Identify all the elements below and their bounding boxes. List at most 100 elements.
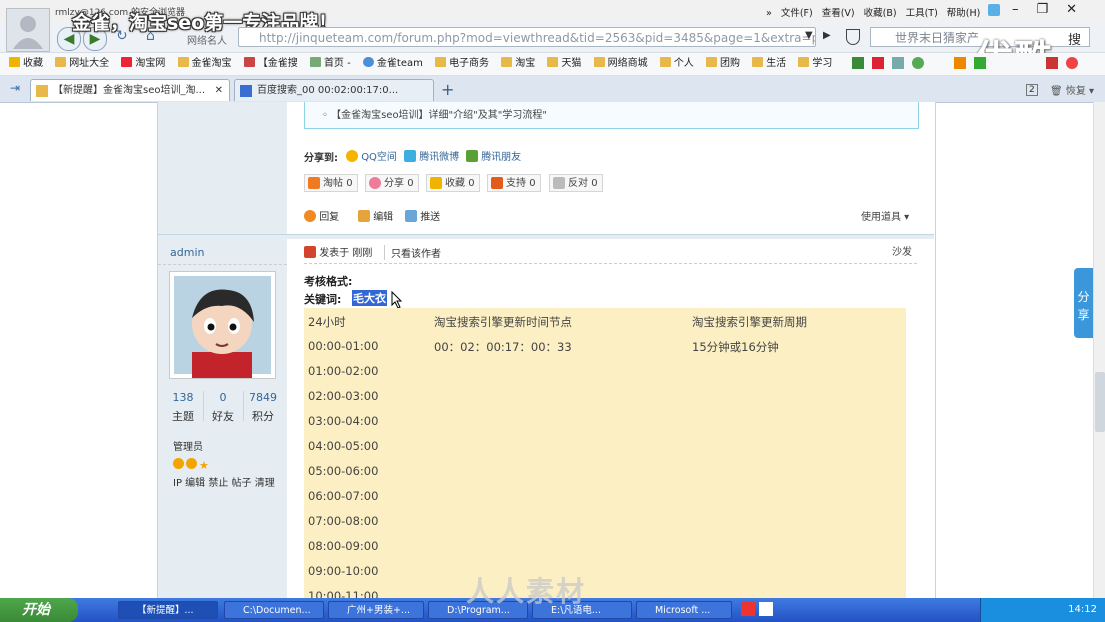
taskbar-item-folder[interactable]: C:\Documen... [224,601,324,619]
user-avatar[interactable] [6,8,50,52]
menu-help[interactable]: 帮助(H) [947,8,981,19]
share-qzone[interactable]: QQ空间 [346,148,397,163]
tab-inactive[interactable]: 百度搜索_00 00:02:00:17:0... [234,79,434,101]
stat-friends[interactable]: 0 好友 [203,391,243,424]
scrollbar-thumb[interactable] [1095,372,1105,432]
column-header: 淘宝搜索引擎更新时间节点 [434,315,572,329]
weibo-icon[interactable] [1066,57,1078,69]
fav-item[interactable]: 淘宝网 [121,53,165,75]
only-author-link[interactable]: 只看该作者 [384,245,441,260]
extension-icon[interactable] [974,57,986,69]
tencent-friends-icon [466,150,478,162]
fav-item[interactable]: 金雀team [362,53,423,75]
tab-title: 【新提醒】金雀淘宝seo培训_淘... [53,85,206,96]
tab-close-icon[interactable]: ✕ [215,80,223,101]
taotie-button[interactable]: 淘帖 0 [304,174,358,192]
fav-item[interactable]: 【金雀搜 [243,53,298,75]
search-button[interactable]: 搜 [1068,29,1081,48]
post-header-divider [304,263,917,264]
floor-number[interactable]: 沙发 [892,243,912,258]
go-button[interactable]: ▶ [823,30,831,41]
edit-button[interactable]: 编辑 [358,208,393,223]
share-sidebar-button[interactable]: 分享 [1074,268,1093,338]
stat-threads[interactable]: 138 主题 [163,391,203,424]
star-icon [9,57,20,67]
support-button[interactable]: 支持 0 [487,174,541,192]
fav-folder[interactable]: 团购 [706,53,740,75]
cartoon-boy-avatar [174,276,271,378]
fav-item[interactable]: 金雀淘宝 [177,53,232,75]
favorite-button[interactable]: 收藏 0 [426,174,480,192]
new-tab-button[interactable]: + [441,80,454,99]
extension-icon[interactable] [872,57,884,69]
clock[interactable]: 14:12 [1068,604,1097,615]
taskbar-item-folder[interactable]: 广州+男装+... [328,601,424,619]
taskbar-item-browser[interactable]: 【新提醒】... [118,601,218,619]
skin-icon[interactable] [988,4,1000,16]
share-button[interactable]: 分享 0 [365,174,419,192]
fav-folder[interactable]: 学习 [798,53,832,75]
app-icon[interactable] [741,602,755,616]
extension-icon[interactable] [1046,57,1058,69]
fav-folder[interactable]: 淘宝 [501,53,535,75]
reply-button[interactable]: 回复 [304,208,339,223]
sun-icon [186,458,197,469]
page-scrollbar[interactable] [1093,102,1105,598]
qzone-icon [346,150,358,162]
menu-view[interactable]: 查看(V) [822,8,855,19]
keyword-value[interactable]: 毛大衣 [352,290,387,306]
mouse-cursor-icon [391,291,403,309]
address-bar[interactable]: http://jinqueteam.com/forum.php?mod=view… [238,27,816,47]
share-friends[interactable]: 腾讯朋友 [466,148,521,163]
fav-folder[interactable]: 生活 [752,53,786,75]
fav-folder[interactable]: 电子商务 [435,53,489,75]
author-role[interactable]: 管理员 [173,438,203,453]
menu-tools[interactable]: 工具(T) [906,8,938,19]
push-button[interactable]: 推送 [405,208,440,223]
arrow-down-icon [553,177,565,189]
shield-icon[interactable] [846,29,860,45]
tab-count-badge[interactable]: 2 [1026,84,1038,96]
folder-icon [798,57,810,67]
help-icon[interactable] [759,602,773,616]
menu-file[interactable]: 文件(F) [781,8,813,19]
extension-icon[interactable] [852,57,864,69]
share-weibo[interactable]: 腾讯微博 [404,148,459,163]
fav-folder[interactable]: 个人 [659,53,694,75]
table-row: 08:00-09:00 [308,539,379,553]
fav-item[interactable]: 首页 - [309,53,351,75]
arrow-up-icon [491,177,503,189]
fav-folder[interactable]: 天猫 [547,53,581,75]
oppose-button[interactable]: 反对 0 [549,174,603,192]
author-online-icon [304,246,316,258]
maximize-button[interactable]: ❐ [1037,2,1049,17]
tools-menu[interactable]: 使用道具 ▾ [861,208,909,223]
quick-launch-icons[interactable] [741,602,773,619]
start-button[interactable]: 开始 [0,598,78,622]
author-avatar[interactable] [169,271,276,379]
reply-icon [304,210,316,222]
stat-points[interactable]: 7849 积分 [243,391,283,424]
close-button[interactable]: ✕ [1066,2,1077,17]
play-icon [362,57,374,67]
related-link[interactable]: ◦ 【金雀淘宝seo培训】详细"介绍"及其"学习流程" [322,106,547,121]
extension-icon[interactable] [912,57,924,69]
menu-favorites[interactable]: 收藏(B) [864,8,897,19]
url-dropdown-icon[interactable]: ▼ [805,30,813,41]
sidebar-toggle-icon[interactable]: ⇥ [10,81,20,95]
admin-links[interactable]: IP 编辑 禁止 帖子 清理 [173,474,275,489]
extension-icon[interactable] [954,57,966,69]
tab-active[interactable]: 【新提醒】金雀淘宝seo培训_淘... ✕ [30,79,230,101]
menu-chevron-icon[interactable]: » [766,8,772,19]
fav-folder[interactable]: 网络商城 [593,53,648,75]
schedule-table: 24小时 淘宝搜索引擎更新时间节点 淘宝搜索引擎更新周期 00:00-01:00… [304,308,906,598]
minimize-button[interactable]: – [1012,2,1019,17]
extension-icon[interactable] [892,57,904,69]
favorites-menu[interactable]: 收藏 [9,53,43,75]
restore-button[interactable]: 🗑 恢复 ▾ [1050,82,1094,97]
author-stats: 138 主题 0 好友 7849 积分 [163,391,283,423]
extension-icons[interactable] [852,57,1084,71]
fav-item[interactable]: 网址大全 [55,53,109,75]
author-name[interactable]: admin [170,246,204,259]
taskbar-item-app[interactable]: Microsoft ... [636,601,732,619]
